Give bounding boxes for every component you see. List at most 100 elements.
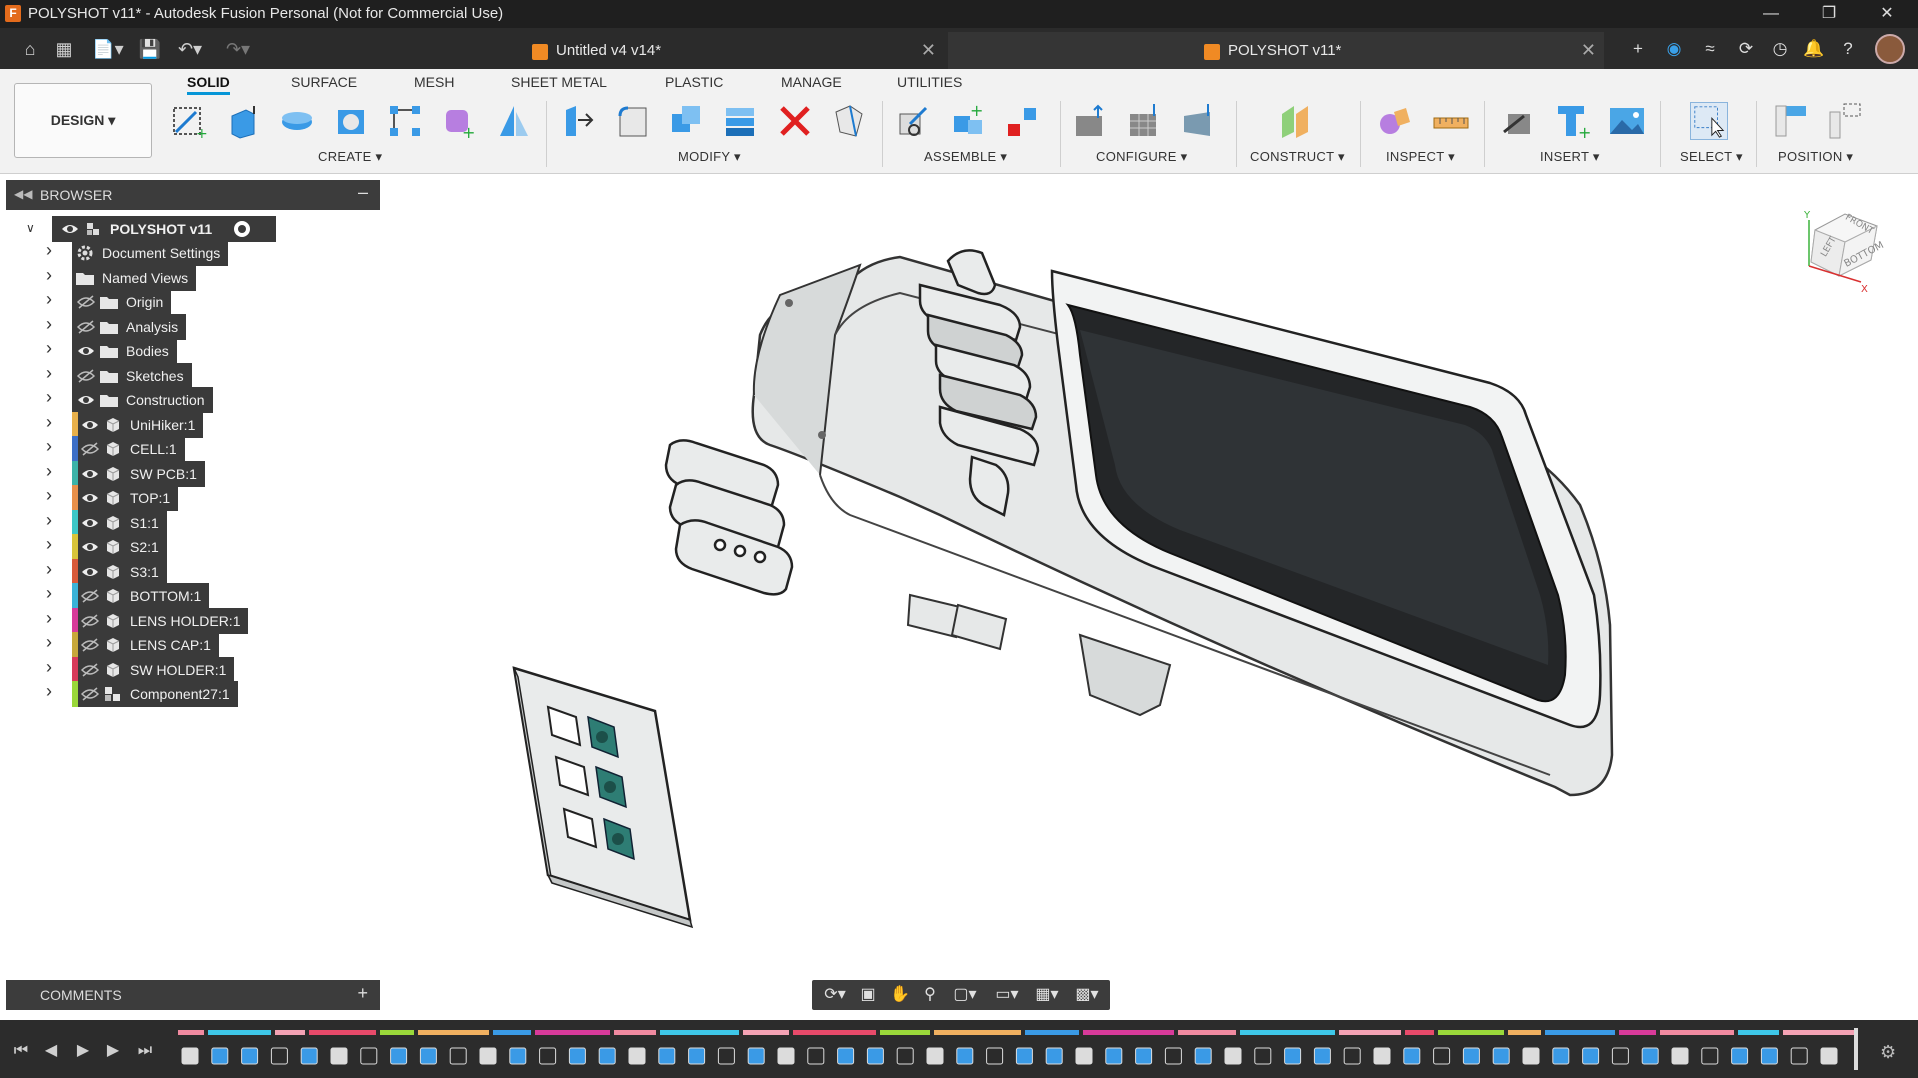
look-at-icon[interactable]: ▣ — [856, 984, 880, 1006]
hole-icon[interactable] — [332, 102, 370, 140]
expand-arrow-icon[interactable]: › — [46, 510, 58, 530]
fit-icon[interactable]: ▢▾ — [948, 984, 982, 1006]
timeline-feature-icon[interactable] — [1790, 1047, 1808, 1065]
tab-manage[interactable]: MANAGE — [781, 74, 842, 90]
timeline-feature-icon[interactable] — [419, 1047, 437, 1065]
create-group-label[interactable]: CREATE ▾ — [318, 149, 382, 165]
rectangular-pattern-icon[interactable] — [386, 102, 424, 140]
browser-panel-header[interactable]: ◀◀ BROWSER – — [6, 180, 380, 210]
expand-arrow-icon[interactable]: › — [46, 363, 58, 383]
file-menu-icon[interactable]: 📄▾ — [90, 37, 126, 61]
extrude-icon[interactable] — [224, 102, 262, 140]
fillet-icon[interactable] — [614, 102, 652, 140]
tree-node[interactable]: CELL:1 — [72, 436, 185, 462]
tree-node[interactable]: SW HOLDER:1 — [72, 656, 235, 683]
timeline-features[interactable] — [178, 1030, 1858, 1078]
timeline-feature-icon[interactable] — [1492, 1047, 1510, 1065]
tree-node[interactable]: TOP:1 — [72, 485, 179, 511]
tree-node[interactable]: Named Views — [72, 264, 197, 291]
offset-face-icon[interactable] — [722, 102, 760, 140]
data-panel-grid-icon[interactable]: ▦ — [52, 37, 76, 61]
timeline-feature-icon[interactable] — [1552, 1047, 1570, 1065]
timeline-feature-icon[interactable] — [360, 1047, 378, 1065]
close-window-button[interactable]: ✕ — [1858, 0, 1916, 28]
grid-settings-icon[interactable]: ▦▾ — [1030, 984, 1064, 1006]
timeline-feature-icon[interactable] — [896, 1047, 914, 1065]
timeline-feature-icon[interactable] — [300, 1047, 318, 1065]
switch-pcb[interactable] — [512, 666, 694, 929]
online-status-icon[interactable]: ⟳ — [1734, 37, 1758, 61]
select-window-icon[interactable] — [1690, 102, 1728, 140]
expand-arrow-icon[interactable]: › — [46, 632, 58, 652]
tree-node[interactable]: Document Settings — [72, 240, 229, 266]
hidden-eye-icon[interactable] — [74, 314, 98, 340]
expand-arrow-icon[interactable]: › — [46, 289, 58, 309]
hidden-eye-icon[interactable] — [74, 363, 98, 389]
notifications-bell-icon[interactable]: 🔔 — [1802, 37, 1826, 61]
visibility-eye-icon[interactable] — [78, 559, 102, 585]
tree-node[interactable]: Bodies — [72, 338, 177, 364]
visibility-eye-icon[interactable] — [78, 461, 102, 487]
revolve-icon[interactable] — [278, 102, 316, 140]
timeline-feature-icon[interactable] — [1045, 1047, 1063, 1065]
orbit-icon[interactable]: ⟳▾ — [818, 984, 852, 1006]
configuration-rule-icon[interactable] — [1180, 102, 1218, 140]
timeline-feature-icon[interactable] — [688, 1047, 706, 1065]
timeline-feature-icon[interactable] — [479, 1047, 497, 1065]
tree-node[interactable]: SW PCB:1 — [72, 460, 205, 487]
expand-arrow-icon[interactable]: › — [46, 461, 58, 481]
user-avatar[interactable] — [1875, 34, 1905, 64]
position-group-label[interactable]: POSITION ▾ — [1778, 149, 1853, 165]
tree-node[interactable]: S2:1 — [72, 534, 167, 560]
timeline-feature-icon[interactable] — [1760, 1047, 1778, 1065]
tree-node[interactable]: LENS CAP:1 — [72, 632, 219, 658]
go-to-start-icon[interactable]: ⏮ — [8, 1038, 34, 1064]
tree-node[interactable]: BOTTOM:1 — [72, 583, 210, 609]
timeline-feature-icon[interactable] — [1731, 1047, 1749, 1065]
timeline-feature-icon[interactable] — [539, 1047, 557, 1065]
add-comment-icon[interactable]: + — [357, 983, 368, 1004]
timeline-feature-icon[interactable] — [658, 1047, 676, 1065]
activate-radio-icon[interactable] — [234, 221, 251, 237]
restore-button[interactable]: ❐ — [1800, 0, 1858, 28]
tab-surface[interactable]: SURFACE — [291, 74, 357, 90]
visibility-eye-icon[interactable] — [58, 216, 82, 242]
expand-arrow-icon[interactable]: › — [46, 657, 58, 677]
insert-group-label[interactable]: INSERT ▾ — [1540, 149, 1600, 165]
tree-node[interactable]: Sketches — [72, 362, 192, 389]
new-component-icon[interactable] — [896, 102, 934, 140]
undo-icon[interactable]: ↶▾ — [172, 37, 208, 61]
timeline-feature-icon[interactable] — [1522, 1047, 1540, 1065]
timeline-feature-icon[interactable] — [1582, 1047, 1600, 1065]
visibility-eye-icon[interactable] — [74, 338, 98, 364]
expand-arrow-icon[interactable]: › — [46, 583, 58, 603]
timeline-feature-icon[interactable] — [1224, 1047, 1242, 1065]
timeline-feature-icon[interactable] — [1313, 1047, 1331, 1065]
timeline-feature-icon[interactable] — [568, 1047, 586, 1065]
insert-derive-icon[interactable] — [1500, 102, 1538, 140]
step-back-icon[interactable]: ◀ — [38, 1038, 64, 1064]
tree-node[interactable]: LENS HOLDER:1 — [72, 607, 249, 634]
play-icon[interactable]: ▶ — [70, 1038, 96, 1064]
expand-arrow-icon[interactable]: › — [46, 314, 58, 334]
tab-plastic[interactable]: PLASTIC — [665, 74, 723, 90]
timeline-feature-icon[interactable] — [628, 1047, 646, 1065]
measure-icon[interactable] — [1432, 102, 1470, 140]
pan-hand-icon[interactable]: ✋ — [888, 984, 912, 1006]
timeline-feature-icon[interactable] — [926, 1047, 944, 1065]
configuration-table-icon[interactable] — [1126, 102, 1164, 140]
select-group-label[interactable]: SELECT ▾ — [1680, 149, 1743, 165]
new-tab-icon[interactable]: + — [1626, 37, 1650, 61]
timeline-feature-icon[interactable] — [1135, 1047, 1153, 1065]
timeline-feature-icon[interactable] — [1105, 1047, 1123, 1065]
enclosure-body[interactable] — [751, 249, 1614, 797]
timeline-feature-icon[interactable] — [1343, 1047, 1361, 1065]
timeline-feature-icon[interactable] — [1075, 1047, 1093, 1065]
minimize-button[interactable]: — — [1742, 0, 1800, 28]
tab-sheet-metal[interactable]: SHEET METAL — [511, 74, 607, 90]
tree-node[interactable]: Construction — [72, 387, 213, 413]
combine-icon[interactable] — [668, 102, 706, 140]
display-settings-icon[interactable]: ▭▾ — [990, 984, 1024, 1006]
timeline-feature-icon[interactable] — [1015, 1047, 1033, 1065]
viewports-icon[interactable]: ▩▾ — [1070, 984, 1104, 1006]
